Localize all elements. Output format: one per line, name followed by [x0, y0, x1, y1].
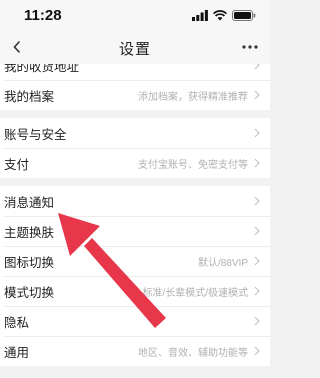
more-dots-icon — [242, 45, 258, 49]
settings-item-label: 我的收货地址 — [4, 64, 80, 74]
status-time: 11:28 — [24, 7, 62, 24]
settings-item-profile[interactable]: 我的档案 添加档案，获得精准推荐 — [0, 80, 270, 110]
chevron-right-icon — [254, 256, 260, 266]
settings-item-value: 地区、音效、辅助功能等 — [138, 347, 248, 359]
chevron-right-icon — [254, 90, 260, 100]
navigation-bar: 设置 — [0, 30, 270, 64]
settings-item-label: 支付 — [4, 157, 30, 172]
settings-item-label: 我的档案 — [4, 89, 55, 104]
settings-item-theme[interactable]: 主题换肤 — [0, 216, 270, 246]
settings-item-account-security[interactable]: 账号与安全 — [0, 118, 270, 148]
settings-item-value: 标准/长辈模式/极速模式 — [142, 287, 248, 299]
settings-item-notifications[interactable]: 消息通知 — [0, 186, 270, 216]
wifi-icon — [213, 9, 227, 20]
settings-item-label: 消息通知 — [4, 195, 55, 210]
signal-icon — [192, 9, 208, 21]
settings-group-2: 账号与安全 支付 支付宝账号、免密支付等 — [0, 118, 270, 178]
settings-item-value: 默认/88VIP — [197, 257, 248, 269]
settings-item-value: 添加档案，获得精准推荐 — [138, 91, 248, 103]
settings-item-label: 账号与安全 — [4, 127, 67, 142]
settings-item-general[interactable]: 通用 地区、音效、辅助功能等 — [0, 336, 270, 366]
chevron-right-icon — [254, 196, 260, 206]
settings-item-mode-switch[interactable]: 模式切换 标准/长辈模式/极速模式 — [0, 276, 270, 306]
chevron-right-icon — [254, 128, 260, 138]
settings-item-label: 图标切换 — [4, 255, 55, 270]
settings-item-label: 隐私 — [4, 315, 30, 330]
settings-group-1: 我的收货地址 我的档案 添加档案，获得精准推荐 — [0, 64, 270, 110]
settings-item-payment[interactable]: 支付 支付宝账号、免密支付等 — [0, 148, 270, 178]
chevron-right-icon — [254, 286, 260, 296]
settings-item-label: 模式切换 — [4, 285, 55, 300]
chevron-right-icon — [254, 346, 260, 356]
settings-item-value: 支付宝账号、免密支付等 — [138, 159, 248, 171]
settings-group-3: 消息通知 主题换肤 图标切换 默认/88VIP 模式切换 标准/长辈模式/极速模… — [0, 186, 270, 366]
settings-item-label: 通用 — [4, 345, 30, 360]
status-bar: 11:28 — [0, 0, 270, 30]
battery-icon — [232, 9, 256, 21]
chevron-right-icon — [254, 316, 260, 326]
status-icons — [192, 9, 256, 21]
settings-item-icon-switch[interactable]: 图标切换 默认/88VIP — [0, 246, 270, 276]
page-title: 设置 — [118, 41, 151, 58]
chevron-right-icon — [254, 64, 260, 70]
settings-item-label: 主题换肤 — [4, 225, 55, 240]
more-button[interactable] — [238, 36, 262, 58]
chevron-right-icon — [254, 226, 260, 236]
chevron-right-icon — [254, 158, 260, 168]
settings-item-address[interactable]: 我的收货地址 — [0, 64, 270, 80]
settings-item-privacy[interactable]: 隐私 — [0, 306, 270, 336]
settings-list: 我的收货地址 我的档案 添加档案，获得精准推荐 账号与安全 支付 支付宝账号、免… — [0, 64, 270, 378]
